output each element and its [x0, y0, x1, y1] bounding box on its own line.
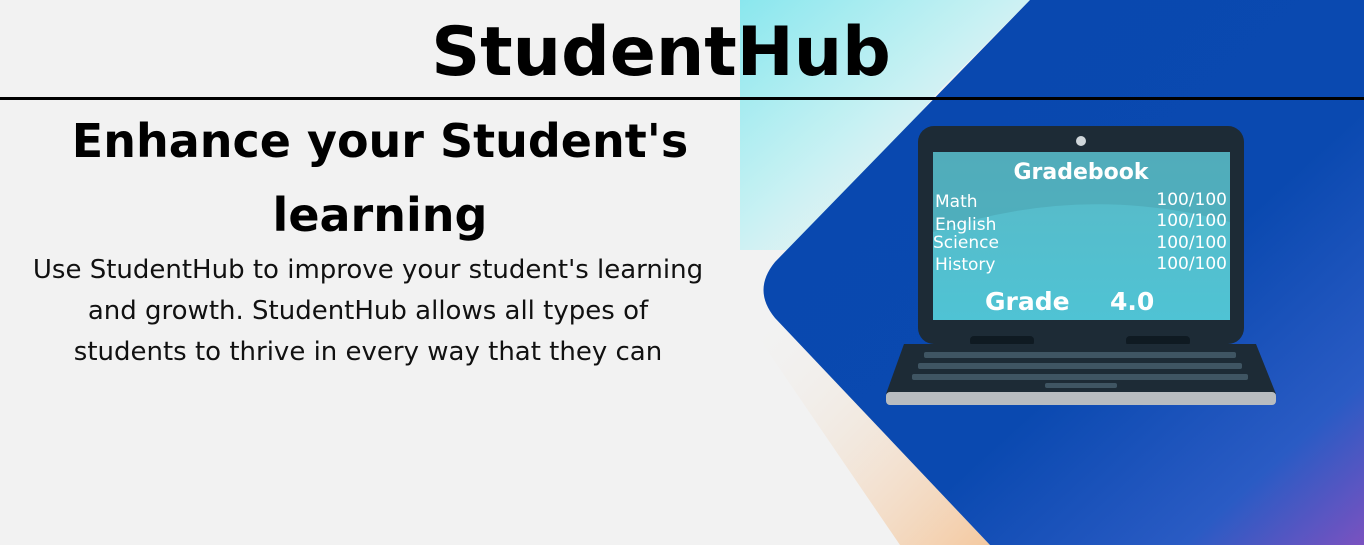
gradebook-title: Gradebook: [1013, 160, 1149, 185]
subject-name: Math: [935, 192, 978, 212]
subject-score: 100/100: [1156, 254, 1227, 274]
subject-score: 100/100: [1156, 211, 1227, 231]
hero-description: Use StudentHub to improve your student's…: [32, 255, 704, 367]
hero-headline: Enhance your Student's learning: [71, 114, 689, 242]
subject-name: English: [935, 215, 996, 235]
grade-label: Grade: [985, 287, 1070, 316]
brand-title: StudentHub: [431, 13, 891, 92]
subject-name: Science: [933, 233, 999, 253]
laptop-illustration: Gradebook Math 100/100 English 100/100 S…: [886, 126, 1276, 405]
subject-name: History: [935, 255, 995, 275]
subject-score: 100/100: [1156, 190, 1227, 210]
grade-value: 4.0: [1110, 287, 1154, 316]
webcam-icon: [1076, 136, 1086, 146]
header-divider: [0, 97, 1364, 100]
subject-score: 100/100: [1156, 233, 1227, 253]
